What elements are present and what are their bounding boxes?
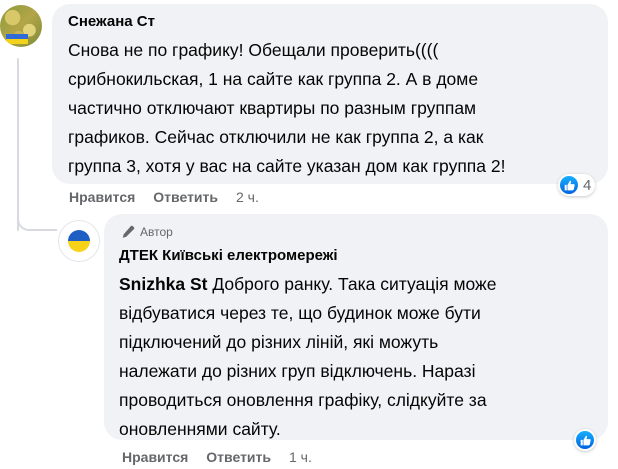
author-badge: Автор: [121, 225, 173, 239]
reply-text-segment: Доброго ранку. Така ситуація може: [212, 274, 497, 294]
comment-text-line: графиков. Сейчас отключили не как группа…: [68, 127, 484, 147]
ukraine-flag-icon: [68, 230, 90, 241]
reply-text-line: Snizhka St Доброго ранку. Така ситуація …: [119, 270, 497, 299]
reply-text-line: належати до різних груп відключень. Нара…: [119, 361, 476, 381]
comment-text-line: срибнокильская, 1 на сайте как группа 2.…: [68, 69, 479, 89]
comment-text: Снова не по графику! Обещали проверить((…: [68, 36, 505, 181]
reply-text-line: відбуватися через те, що будинок може бу…: [119, 303, 481, 323]
author-badge-label: Автор: [140, 225, 173, 239]
reply-text: Snizhka St Доброго ранку. Така ситуація …: [119, 270, 497, 444]
reply-button[interactable]: Ответить: [153, 189, 218, 205]
comment-text-line: Снова не по графику! Обещали проверить((…: [68, 40, 439, 60]
comment-timestamp[interactable]: 2 ч.: [236, 189, 259, 205]
like-icon: [576, 431, 594, 449]
thread-connector: [17, 200, 57, 231]
reply-button[interactable]: Ответить: [206, 449, 271, 465]
reply-text-line: підключений до різних ліній, які можуть: [119, 332, 439, 352]
reaction-count: 4: [583, 176, 592, 194]
avatar[interactable]: [58, 220, 100, 262]
mention-link[interactable]: Snizhka St: [119, 274, 208, 294]
reaction-summary[interactable]: [574, 429, 596, 451]
reply-author[interactable]: ДТЕК Київські електромережі: [119, 247, 338, 264]
comment-text-line: группа 3, хотя у вас на сайте указан дом…: [68, 156, 506, 176]
reply-text-line: проводиться оновлення графіку, слідкуйте…: [119, 390, 487, 410]
like-icon: [560, 176, 578, 194]
comment-author[interactable]: Снежана Ст: [68, 13, 155, 30]
comment-text-line: частично отключают квартиры по разным гр…: [68, 98, 477, 118]
reply-text-line: оновленнями сайту.: [119, 419, 281, 439]
pen-icon: [122, 225, 135, 238]
reply-timestamp[interactable]: 1 ч.: [289, 449, 312, 465]
comment-actions: Нравится Ответить 2 ч.: [69, 189, 259, 205]
reply-actions: Нравится Ответить 1 ч.: [122, 449, 312, 465]
ukraine-flag-icon: [6, 34, 28, 44]
like-button[interactable]: Нравится: [122, 449, 188, 465]
avatar[interactable]: [0, 5, 42, 47]
like-button[interactable]: Нравится: [69, 189, 135, 205]
reaction-summary[interactable]: 4: [558, 174, 596, 196]
